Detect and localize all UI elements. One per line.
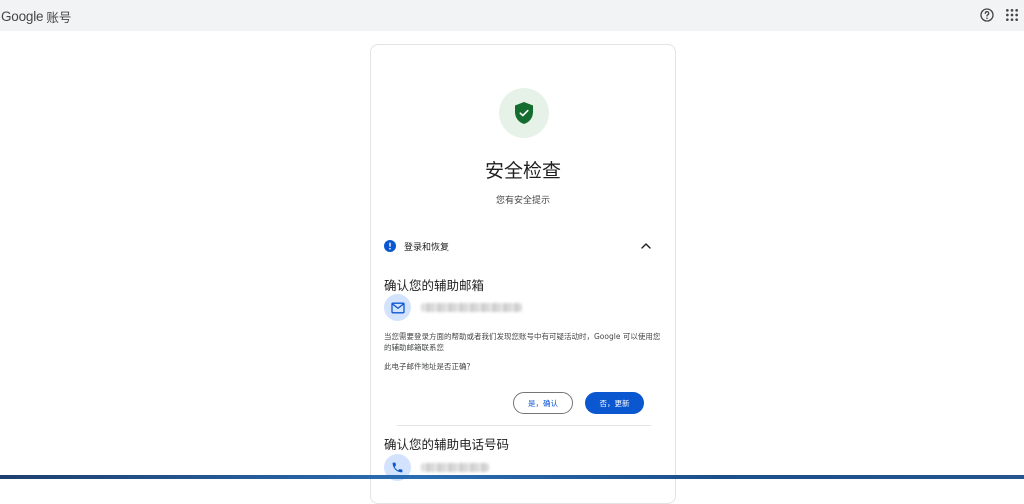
help-circle-icon[interactable] xyxy=(979,7,995,23)
alert-circle-icon xyxy=(384,240,396,252)
google-account-logo[interactable]: Google 账号 xyxy=(1,7,71,26)
divider xyxy=(397,425,651,426)
confirm-button[interactable]: 是，确认 xyxy=(513,392,573,414)
recovery-phone-value-redacted xyxy=(421,463,489,472)
mail-icon xyxy=(390,302,405,313)
page-title: 安全检查 xyxy=(484,160,561,182)
page-subtitle: 您有安全提示 xyxy=(495,196,550,206)
security-checkup-card: 安全检查 您有安全提示 登录和恢复 确认您的辅助邮箱 当您需要登录方面的帮助或者… xyxy=(370,44,676,504)
section-label: 登录和恢复 xyxy=(404,242,450,253)
section-sign-in-recovery-header[interactable]: 登录和恢复 xyxy=(384,237,664,255)
apps-grid-icon[interactable] xyxy=(1004,7,1020,23)
brand-google-text: Google xyxy=(1,9,44,24)
top-app-bar: Google 账号 xyxy=(0,0,1024,31)
recovery-email-question: 此电子邮件地址是否正确？ xyxy=(384,362,474,371)
recovery-email-title: 确认您的辅助邮箱 xyxy=(384,278,485,293)
shield-check-icon xyxy=(515,102,533,124)
shield-badge xyxy=(499,88,549,138)
recovery-email-description: 当您需要登录方面的帮助或者我们发现您账号中有可疑活动时，Google 可以使用您… xyxy=(384,332,661,352)
recovery-phone-title: 确认您的辅助电话号码 xyxy=(384,437,510,452)
mail-icon-badge xyxy=(384,294,411,321)
phone-icon xyxy=(392,462,403,473)
recovery-email-value-redacted xyxy=(421,303,522,312)
brand-product-text: 账号 xyxy=(46,10,72,25)
update-button[interactable]: 否，更新 xyxy=(585,392,644,414)
taskbar-edge xyxy=(0,475,1024,479)
chevron-up-icon[interactable] xyxy=(640,240,652,252)
